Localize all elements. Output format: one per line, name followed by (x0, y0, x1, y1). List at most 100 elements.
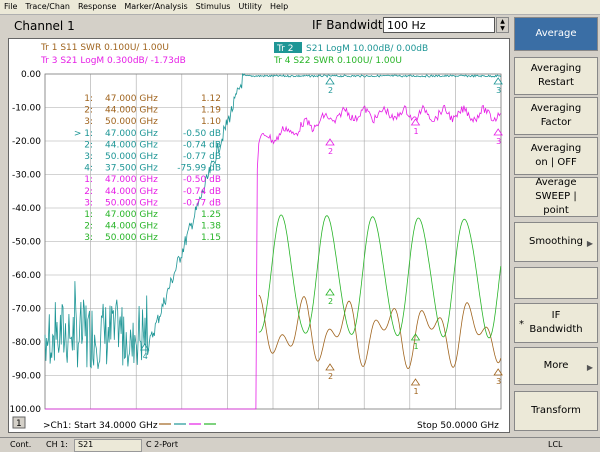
marker-value: 1.12 (201, 94, 221, 104)
marker-number: 1: (84, 94, 93, 104)
trace4-header[interactable]: Tr 4 S22 SWR 0.100U/ 1.00U (273, 56, 402, 66)
marker-number: > 1: (74, 129, 93, 139)
softkey-more[interactable]: More ▶ (514, 347, 598, 385)
softkey-smoothing[interactable]: Smoothing ▶ (514, 222, 598, 262)
marker-value: -0.50 dB (183, 129, 221, 139)
softkey-panel: Average Averaging Restart Averaging Factor… (512, 15, 600, 435)
marker-frequency: 44.000 GHz (105, 187, 158, 197)
trace2-box-label: Tr 2 (276, 44, 293, 54)
spin-down-icon[interactable]: ▼ (497, 25, 508, 32)
marker-value: -0.50 dB (183, 175, 221, 185)
softkey-averaging-factor[interactable]: Averaging Factor (514, 97, 598, 135)
if-bandwidth-input[interactable]: 100 Hz (383, 17, 495, 33)
marker-value: -0.74 dB (183, 140, 221, 150)
if-bandwidth-label: IF Bandwidth (312, 18, 391, 32)
marker-number: 2 (328, 372, 333, 381)
marker-frequency: 50.000 GHz (105, 198, 158, 208)
selected-star-icon: * (519, 319, 524, 330)
marker-frequency: 50.000 GHz (105, 152, 158, 162)
marker-value: -0.74 dB (183, 187, 221, 197)
plot-svg: Tr 1 S11 SWR 0.100U/ 1.00U Tr 2 S21 LogM… (9, 42, 503, 431)
marker-number: 1 (414, 387, 419, 396)
y-axis-ticks: 0.00 -10.00 -20.00 -30.00 -40.00 -50.00 -60.00… (9, 70, 41, 415)
start-frequency[interactable]: >Ch1: Start 34.0000 GHz (43, 421, 158, 431)
y-tick-label: -60.00 (12, 271, 41, 281)
softkey-label: Averaging on | OFF (530, 143, 582, 168)
if-bandwidth-spinner[interactable]: ▲ ▼ (496, 17, 509, 33)
marker-triangle-icon[interactable] (410, 378, 421, 386)
trace2-header[interactable]: S21 LogM 10.00dB/ 0.00dB (306, 44, 428, 54)
marker-triangle-icon[interactable] (410, 118, 421, 126)
softkey-label: Averaging Restart (530, 63, 582, 88)
marker-value: -0.77 dB (183, 152, 221, 162)
marker-value: 1.10 (201, 117, 221, 127)
menu-item-utility[interactable]: Utility (234, 0, 266, 13)
marker-frequency: 47.000 GHz (105, 175, 158, 185)
marker-triangle-icon[interactable] (325, 138, 335, 146)
menu-item-file[interactable]: File (0, 0, 21, 13)
stop-frequency[interactable]: Stop 50.0000 GHz (417, 421, 499, 431)
chevron-right-icon: ▶ (586, 239, 593, 248)
trace1-header[interactable]: Tr 1 S11 SWR 0.100U/ 1.00U (40, 43, 169, 53)
softkey-label: Average (535, 28, 577, 39)
marker-frequency: 44.000 GHz (105, 106, 158, 116)
softkey-blank[interactable] (514, 267, 598, 299)
softkey-average-sweep-point[interactable]: Average SWEEP | point (514, 177, 598, 217)
softkey-if-bandwidth[interactable]: IF Bandwidth * (514, 303, 598, 343)
marker-frequency: 47.000 GHz (105, 210, 158, 220)
softkey-transform[interactable]: Transform (514, 391, 598, 431)
marker-number: 2 (328, 86, 333, 95)
marker-frequency: 50.000 GHz (105, 233, 158, 243)
softkey-averaging-on-off[interactable]: Averaging on | OFF (514, 137, 598, 175)
marker-number: 1 (414, 127, 419, 136)
marker-value: -75.99 dB (177, 164, 221, 174)
marker-number: 3: (84, 152, 93, 162)
y-tick-label: -90.00 (12, 372, 41, 382)
calibration-status: C 2-Port (146, 440, 178, 449)
status-bar: Cont. CH 1: S21 C 2-Port LCL (0, 437, 600, 452)
y-tick-label: -70.00 (12, 305, 41, 315)
chevron-right-icon: ▶ (586, 363, 593, 372)
remote-local-status: LCL (548, 440, 563, 449)
sweep-mode: Cont. (10, 440, 32, 449)
y-tick-label: -100.00 (9, 405, 41, 415)
marker-frequency: 50.000 GHz (105, 117, 158, 127)
marker-triangle-icon[interactable] (325, 77, 335, 85)
marker-triangle-icon[interactable] (325, 363, 335, 371)
marker-number: 2: (84, 140, 93, 150)
softkey-label: Transform (531, 405, 581, 416)
marker-number: 3 (496, 86, 501, 95)
marker-value: -0.77 dB (183, 198, 221, 208)
active-parameter: S21 (78, 440, 94, 449)
marker-number: 3 (496, 377, 501, 386)
marker-frequency: 44.000 GHz (105, 140, 158, 150)
softkey-label: Smoothing (528, 236, 584, 247)
marker-number: 3 (496, 137, 501, 146)
softkey-average[interactable]: Average (514, 17, 598, 51)
marker-value: 1.19 (201, 106, 221, 116)
trace-plot[interactable]: Tr 1 S11 SWR 0.100U/ 1.00U Tr 2 S21 LogM… (8, 38, 510, 433)
menu-item-trace-chan[interactable]: Trace/Chan (21, 0, 74, 13)
y-tick-label: -10.00 (12, 104, 41, 114)
menu-item-response[interactable]: Response (74, 0, 120, 13)
marker-value: 1.15 (201, 233, 221, 243)
marker-number: 3: (84, 117, 93, 127)
marker-frequency: 47.000 GHz (105, 129, 158, 139)
marker-triangle-icon[interactable] (325, 288, 335, 296)
marker-number: 4: (84, 164, 93, 174)
s22-swr-trace (258, 214, 502, 339)
softkey-label: IF Bandwidth (529, 310, 583, 335)
trace3-header[interactable]: Tr 3 S21 LogM 0.300dB/ -1.73dB (40, 56, 186, 66)
marker-number: 2 (328, 297, 333, 306)
marker-frequency: 44.000 GHz (105, 222, 158, 232)
softkey-averaging-restart[interactable]: Averaging Restart (514, 57, 598, 95)
menu-item-marker-analysis[interactable]: Marker/Analysis (120, 0, 191, 13)
menu-item-stimulus[interactable]: Stimulus (192, 0, 235, 13)
status-channel: CH 1: (46, 440, 68, 449)
menu-item-help[interactable]: Help (266, 0, 292, 13)
y-tick-label: 0.00 (21, 70, 41, 80)
y-tick-label: -20.00 (12, 137, 41, 147)
spin-up-icon[interactable]: ▲ (497, 18, 508, 25)
marker-number: 2 (328, 147, 333, 156)
menu-bar: File Trace/Chan Response Marker/Analysis Sti… (0, 0, 600, 15)
